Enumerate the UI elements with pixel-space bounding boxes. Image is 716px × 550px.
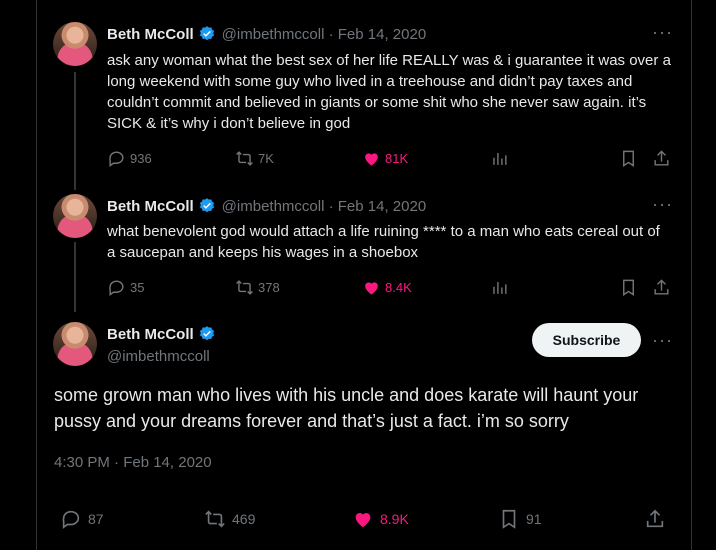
more-icon[interactable]: ··· [652, 194, 673, 215]
like-count: 8.9K [380, 511, 409, 527]
bookmark-button[interactable] [619, 278, 642, 297]
tweet-header: Beth McColl [107, 325, 222, 343]
column-border-right [691, 0, 692, 550]
like-button[interactable]: 8.4K [362, 278, 412, 297]
reply-button[interactable]: 936 [107, 149, 152, 168]
share-icon [654, 149, 669, 166]
action-bar: 35 378 8.4K [107, 277, 677, 297]
verified-icon [199, 326, 214, 341]
subscribe-button[interactable]: Subscribe [532, 323, 641, 357]
share-icon [654, 278, 669, 295]
reply-icon [62, 510, 80, 529]
bookmark-icon [502, 509, 516, 529]
retweet-button[interactable]: 469 [204, 508, 255, 530]
tweet-timestamp[interactable]: 4:30 PM · Feb 14, 2020 [54, 454, 212, 471]
reply-count: 936 [130, 150, 152, 166]
reply-button[interactable]: 35 [107, 278, 144, 297]
like-button[interactable]: 81K [362, 149, 408, 168]
bookmark-button[interactable]: 91 [498, 508, 542, 530]
thread-line [74, 242, 76, 312]
author-name[interactable]: Beth McColl [107, 326, 194, 343]
retweet-icon [205, 510, 225, 528]
avatar[interactable] [53, 22, 97, 66]
like-icon [365, 152, 378, 166]
tweet-header: Beth McColl @imbethmccoll · Feb 14, 2020 [107, 197, 426, 215]
more-icon[interactable]: ··· [652, 22, 673, 43]
main-tweet-text: some grown man who lives with his uncle … [54, 385, 639, 431]
tweet-text: ask any woman what the best sex of her l… [107, 52, 671, 132]
retweet-count: 378 [258, 279, 280, 295]
action-bar: 87 469 8.9K 91 [60, 507, 680, 531]
author-handle[interactable]: @imbethmccoll [222, 26, 325, 43]
tweet-date[interactable]: · Feb 14, 2020 [329, 198, 427, 215]
share-button[interactable] [652, 278, 675, 297]
like-count: 81K [385, 150, 409, 166]
tweet-date[interactable]: · Feb 14, 2020 [329, 26, 427, 43]
reply-button[interactable]: 87 [60, 508, 104, 530]
reply-count: 87 [88, 511, 104, 527]
author-handle[interactable]: @imbethmccoll [222, 198, 325, 215]
reply-count: 35 [130, 279, 145, 295]
bookmark-icon [623, 150, 634, 167]
action-bar: 936 7K 81K [107, 148, 677, 168]
share-icon [646, 509, 664, 528]
like-icon [365, 281, 378, 295]
avatar[interactable] [53, 322, 97, 366]
views-icon [493, 281, 507, 294]
share-button[interactable] [644, 508, 672, 530]
retweet-count: 469 [232, 511, 256, 527]
views-button[interactable] [490, 149, 513, 168]
like-icon [355, 513, 371, 528]
thread-line [74, 72, 76, 190]
reply-icon [109, 150, 124, 167]
author-name[interactable]: Beth McColl [107, 198, 194, 215]
retweet-count: 7K [258, 150, 274, 166]
bookmark-icon [623, 279, 634, 296]
verified-icon [199, 198, 214, 213]
avatar[interactable] [53, 194, 97, 238]
bookmark-button[interactable] [619, 149, 642, 168]
retweet-icon [236, 279, 253, 295]
retweet-button[interactable]: 378 [235, 278, 280, 297]
like-count: 8.4K [385, 279, 412, 295]
reply-icon [109, 279, 124, 296]
tweet-thread: Beth McColl @imbethmccoll · Feb 14, 2020… [0, 0, 716, 550]
bookmark-count: 91 [526, 511, 542, 527]
verified-icon [199, 26, 214, 41]
author-handle[interactable]: @imbethmccoll [107, 348, 210, 365]
column-border-left [36, 0, 37, 550]
tweet-text: what benevolent god would attach a life … [107, 223, 660, 261]
tweet-header: Beth McColl @imbethmccoll · Feb 14, 2020 [107, 25, 426, 43]
more-icon[interactable]: ··· [652, 330, 673, 351]
author-name[interactable]: Beth McColl [107, 26, 194, 43]
like-button[interactable]: 8.9K [352, 508, 409, 530]
views-icon [493, 152, 507, 165]
views-button[interactable] [490, 278, 513, 297]
share-button[interactable] [652, 149, 675, 168]
retweet-icon [236, 150, 253, 166]
retweet-button[interactable]: 7K [235, 149, 274, 168]
